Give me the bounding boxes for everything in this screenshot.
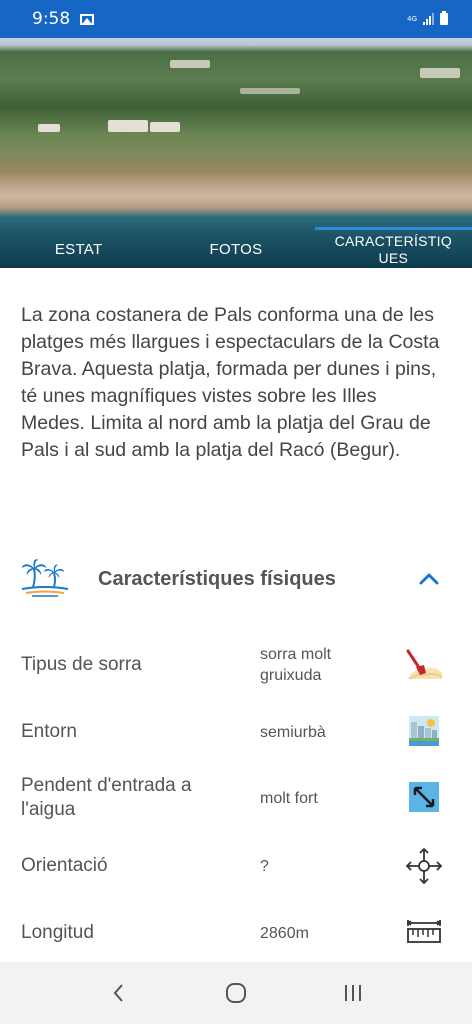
network-type-label: 4G bbox=[407, 14, 417, 23]
tab-label: ESTAT bbox=[54, 240, 103, 258]
signal-icon bbox=[423, 13, 434, 25]
section-header-physical[interactable]: Característiques físiques bbox=[0, 552, 472, 608]
palm-beach-icon bbox=[21, 559, 69, 597]
feature-value: 2860m bbox=[260, 925, 309, 942]
feature-label: Tipus de sorra bbox=[21, 654, 142, 675]
home-circle-icon bbox=[225, 983, 246, 1003]
feature-value: molt fort bbox=[260, 790, 318, 807]
tab-bar: ESTAT FOTOS CARACTERÍSTIQ UES bbox=[0, 230, 472, 268]
beach-hero-image: ESTAT FOTOS CARACTERÍSTIQ UES bbox=[0, 38, 472, 268]
chevron-up-icon[interactable] bbox=[418, 570, 440, 586]
back-button[interactable] bbox=[99, 973, 139, 1013]
city-skyline-icon bbox=[409, 716, 439, 746]
feature-label: Entorn bbox=[21, 721, 77, 742]
feature-value: semiurbà bbox=[260, 724, 326, 741]
tab-label: FOTOS bbox=[209, 240, 263, 258]
recents-button[interactable] bbox=[333, 973, 373, 1013]
feature-row-environment: Entorn semiurbà bbox=[0, 712, 472, 752]
feature-row-sand: Tipus de sorra sorra molt gruixuda bbox=[0, 640, 472, 690]
feature-label: Longitud bbox=[21, 922, 94, 943]
tab-estat[interactable]: ESTAT bbox=[0, 230, 157, 268]
tab-caracteristiques[interactable]: CARACTERÍSTIQ UES bbox=[315, 230, 472, 268]
status-bar: 9:58 4G bbox=[0, 0, 472, 38]
feature-label: Pendent d'entrada a l'aigua bbox=[21, 775, 192, 820]
feature-value: sorra molt gruixuda bbox=[260, 646, 332, 684]
section-title: Característiques físiques bbox=[98, 568, 336, 590]
system-nav-bar bbox=[0, 962, 472, 1024]
active-tab-indicator bbox=[315, 227, 472, 230]
tab-fotos[interactable]: FOTOS bbox=[157, 230, 314, 268]
recents-icon bbox=[345, 985, 362, 1001]
hero-buildings bbox=[20, 118, 180, 138]
feature-row-orientation: Orientació ? bbox=[0, 844, 472, 888]
gallery-notification-icon bbox=[80, 13, 95, 25]
battery-icon bbox=[440, 11, 448, 25]
feature-row-length: Longitud 2860m bbox=[0, 912, 472, 956]
slope-arrow-icon bbox=[409, 782, 439, 812]
status-indicators: 4G bbox=[407, 11, 448, 25]
back-chevron-icon bbox=[113, 984, 123, 1002]
beach-description: La zona costanera de Pals conforma una d… bbox=[21, 304, 440, 461]
feature-value: ? bbox=[260, 858, 269, 875]
status-time: 9:58 bbox=[32, 9, 71, 29]
home-button[interactable] bbox=[216, 973, 256, 1013]
tab-label: CARACTERÍSTIQ UES bbox=[334, 233, 453, 266]
feature-row-slope: Pendent d'entrada a l'aigua molt fort bbox=[0, 772, 472, 828]
sand-shovel-icon bbox=[406, 649, 443, 680]
ruler-icon bbox=[406, 920, 442, 943]
feature-label: Orientació bbox=[21, 855, 108, 876]
compass-move-icon bbox=[405, 847, 443, 885]
